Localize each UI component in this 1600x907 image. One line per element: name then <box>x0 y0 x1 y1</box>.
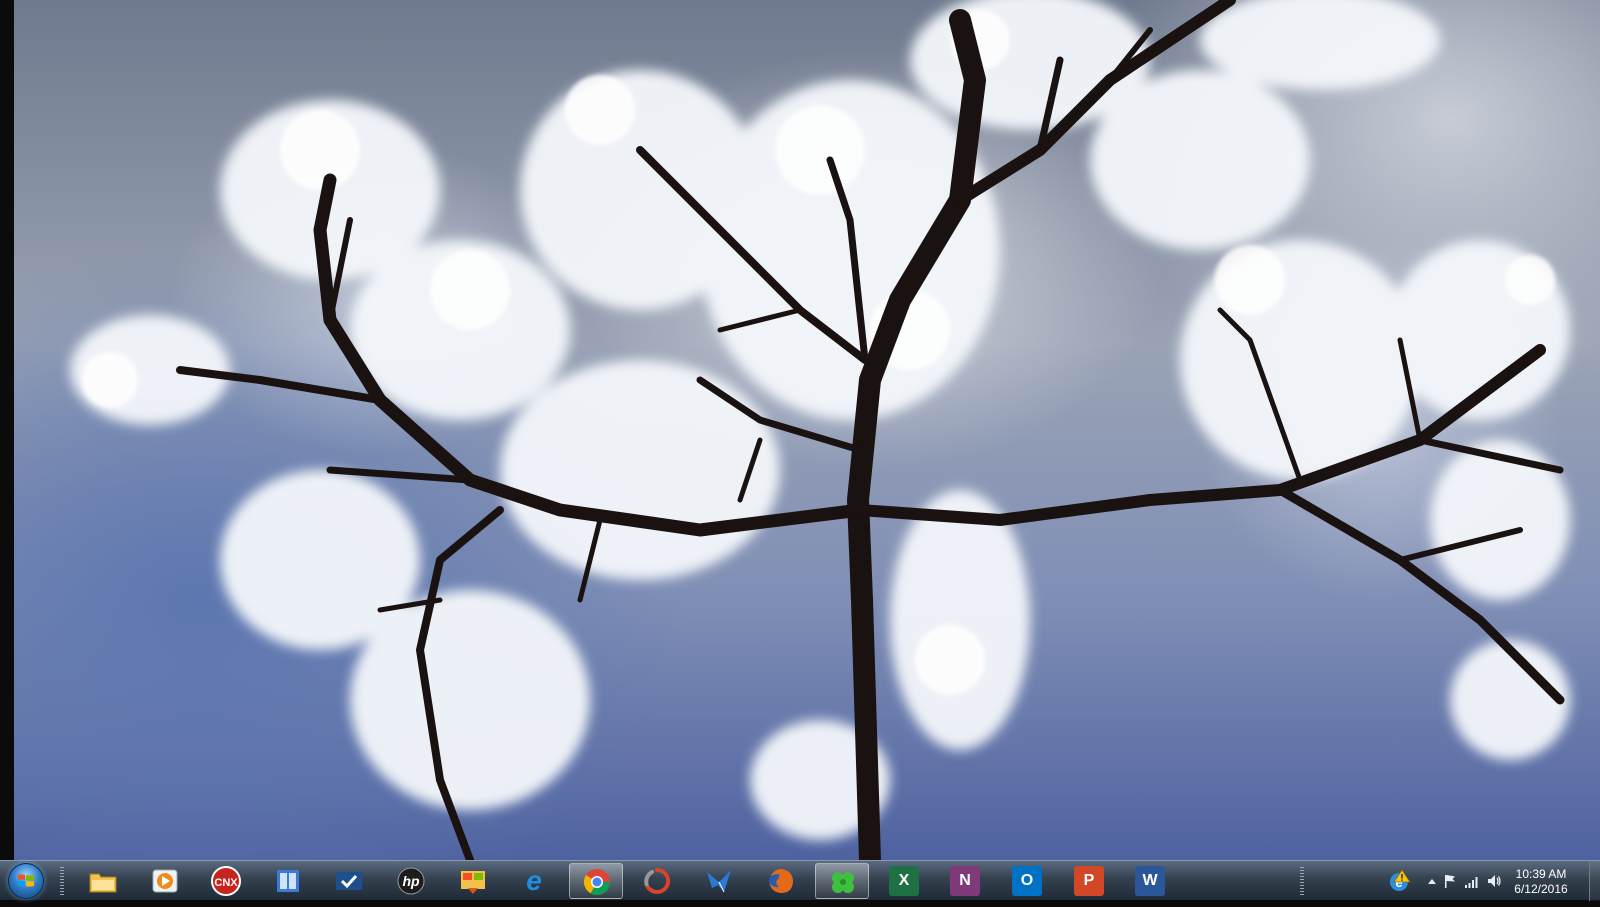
taskbar-button-update[interactable] <box>446 863 500 899</box>
show-hidden-icons-icon[interactable] <box>1424 873 1440 889</box>
start-button[interactable] <box>8 863 44 899</box>
cnx-icon: CNX <box>211 866 241 896</box>
folder-icon <box>88 866 118 896</box>
taskbar-button-cnx[interactable]: CNX <box>199 863 253 899</box>
network-signal-icon[interactable] <box>1464 873 1480 889</box>
taskbar-button-chrome[interactable] <box>569 863 623 899</box>
clock-time: 10:39 AM <box>1515 867 1567 881</box>
excel-icon: X <box>889 866 919 896</box>
chrome-icon <box>582 867 612 897</box>
firefox-icon <box>766 866 796 896</box>
taskbar-button-excel[interactable]: X <box>877 863 931 899</box>
taskbar-button-spinner[interactable] <box>630 863 684 899</box>
taskbar-button-media-player[interactable] <box>138 863 192 899</box>
taskbar-button-onenote[interactable]: N <box>938 863 992 899</box>
taskbar-button-outlook[interactable]: O <box>1000 863 1054 899</box>
taskbar-button-firefox[interactable] <box>754 863 808 899</box>
taskbar-button-book[interactable] <box>261 863 315 899</box>
outlook-icon: O <box>1012 866 1042 896</box>
powerpoint-icon: P <box>1074 866 1104 896</box>
clover-icon <box>828 867 858 897</box>
taskbar-grip[interactable] <box>60 867 64 895</box>
media-player-icon <box>150 866 180 896</box>
screen-left-edge <box>0 0 14 860</box>
taskbar-button-clover[interactable] <box>815 863 869 899</box>
taskbar-button-word[interactable]: W <box>1123 863 1177 899</box>
svg-text:hp: hp <box>402 873 420 889</box>
update-icon <box>458 866 488 896</box>
word-icon: W <box>1135 866 1165 896</box>
taskbar-button-internet-explorer[interactable]: e <box>507 863 561 899</box>
system-tray: e 10:39 AM 6/12/2016 <box>1350 861 1600 901</box>
taskbar: CNX hp e X N O P W e 10:39 AM 6/12/2016 <box>0 860 1600 901</box>
action-center-flag-icon[interactable] <box>1442 873 1458 889</box>
onenote-icon: N <box>950 866 980 896</box>
taskbar-button-folder[interactable] <box>76 863 130 899</box>
taskbar-button-bird[interactable] <box>692 863 746 899</box>
internet-explorer-icon: e <box>526 865 542 896</box>
update-notification-icon[interactable]: e <box>1388 869 1412 893</box>
show-desktop-button[interactable] <box>1589 861 1600 901</box>
taskbar-button-checkmark[interactable] <box>322 863 376 899</box>
hp-icon: hp <box>396 866 426 896</box>
taskbar-button-powerpoint[interactable]: P <box>1062 863 1116 899</box>
desktop-wallpaper <box>0 0 1600 860</box>
spinner-icon <box>642 866 672 896</box>
windows-logo-icon <box>18 874 34 887</box>
clock[interactable]: 10:39 AM 6/12/2016 <box>1496 867 1586 897</box>
book-icon <box>273 866 303 896</box>
frosted-branch-image <box>70 0 1570 860</box>
checkmark-icon <box>334 866 364 896</box>
bird-icon <box>704 866 734 896</box>
tray-grip[interactable] <box>1300 867 1304 895</box>
clock-date: 6/12/2016 <box>1514 882 1568 896</box>
taskbar-button-hp[interactable]: hp <box>384 863 438 899</box>
